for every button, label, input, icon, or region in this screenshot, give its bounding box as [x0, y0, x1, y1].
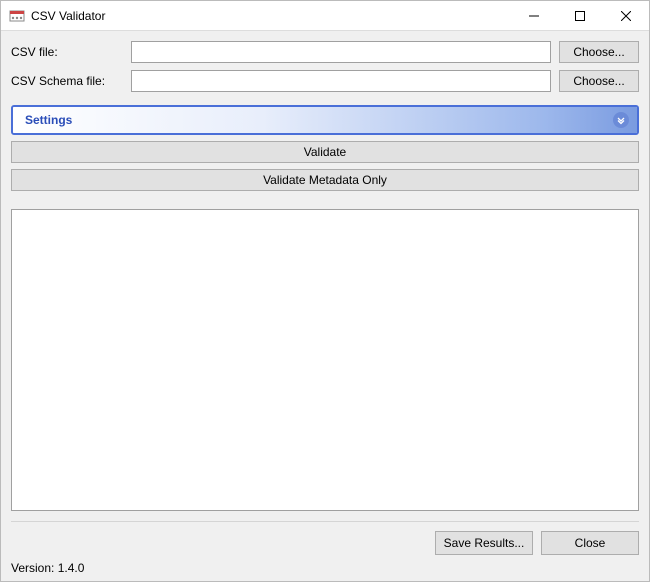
- schema-file-input[interactable]: [131, 70, 551, 92]
- csv-choose-button[interactable]: Choose...: [559, 41, 639, 63]
- validate-button[interactable]: Validate: [11, 141, 639, 163]
- maximize-button[interactable]: [557, 1, 603, 30]
- settings-title: Settings: [25, 113, 613, 127]
- footer-buttons: Save Results... Close: [11, 521, 639, 555]
- schema-choose-button[interactable]: Choose...: [559, 70, 639, 92]
- save-results-button[interactable]: Save Results...: [435, 531, 533, 555]
- content-area: CSV file: Choose... CSV Schema file: Cho…: [1, 31, 649, 581]
- schema-file-row: CSV Schema file: Choose...: [11, 70, 639, 92]
- app-icon: [9, 8, 25, 24]
- close-button[interactable]: Close: [541, 531, 639, 555]
- titlebar: CSV Validator: [1, 1, 649, 31]
- csv-file-label: CSV file:: [11, 45, 131, 59]
- validate-metadata-button[interactable]: Validate Metadata Only: [11, 169, 639, 191]
- minimize-button[interactable]: [511, 1, 557, 30]
- settings-header[interactable]: Settings: [13, 107, 637, 133]
- window-title: CSV Validator: [31, 9, 511, 23]
- chevron-down-icon: [613, 112, 629, 128]
- version-label: Version: 1.4.0: [11, 561, 639, 575]
- output-textarea[interactable]: [11, 209, 639, 511]
- schema-file-label: CSV Schema file:: [11, 74, 131, 88]
- csv-file-row: CSV file: Choose...: [11, 41, 639, 63]
- close-window-button[interactable]: [603, 1, 649, 30]
- csv-file-input[interactable]: [131, 41, 551, 63]
- settings-panel: Settings: [11, 105, 639, 135]
- window-controls: [511, 1, 649, 30]
